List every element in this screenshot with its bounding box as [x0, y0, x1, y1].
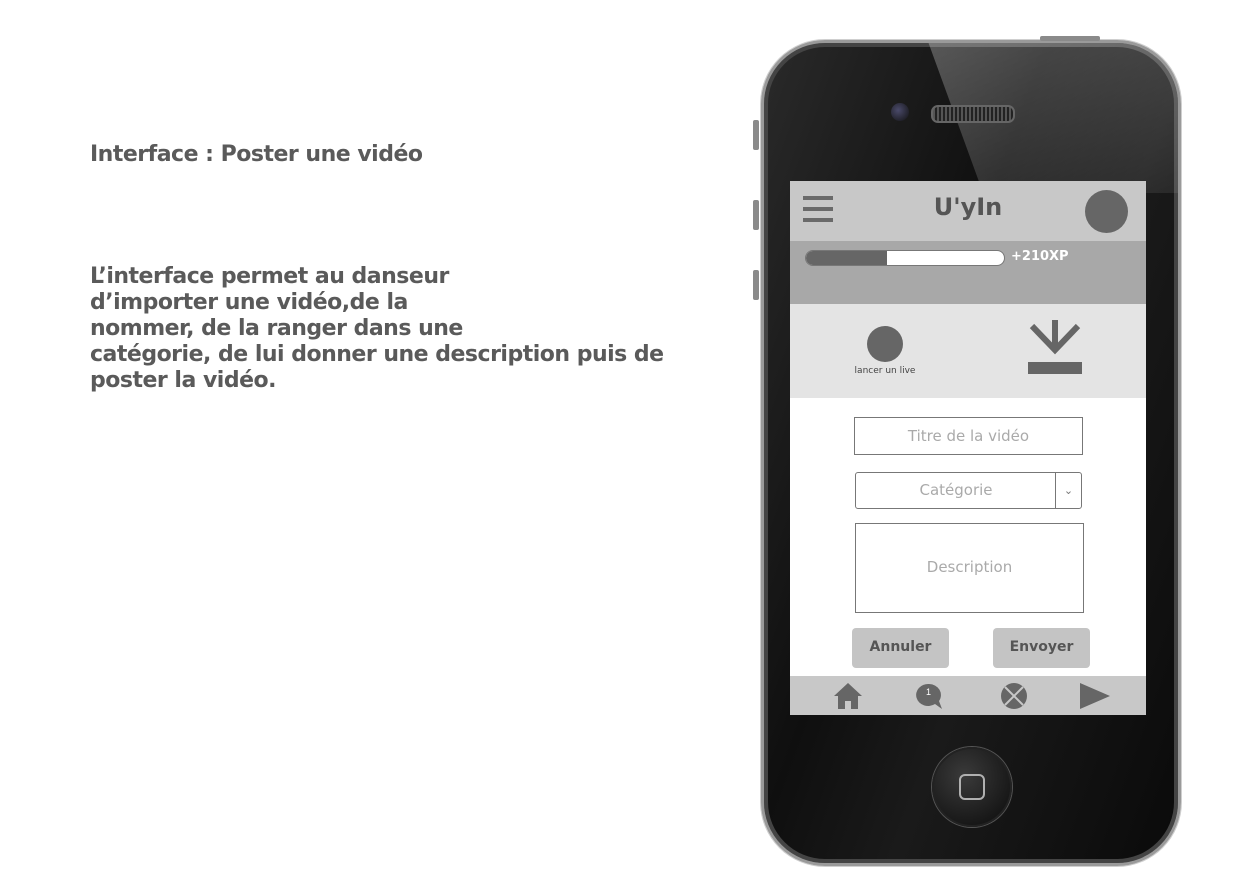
description-line: poster la vidéo.: [90, 368, 276, 393]
volume-down-button[interactable]: [753, 270, 759, 300]
play-icon[interactable]: [1078, 680, 1112, 712]
send-button[interactable]: Envoyer: [993, 628, 1090, 668]
front-camera: [891, 103, 909, 121]
xp-label: +210XP: [1011, 249, 1069, 264]
tab-bar: 1: [790, 676, 1146, 715]
home-hardware-button[interactable]: [932, 747, 1012, 827]
description-line: L’interface permet au danseur: [90, 264, 449, 289]
chat-bubble-icon[interactable]: 1: [912, 680, 946, 712]
video-title-input[interactable]: Titre de la vidéo: [854, 417, 1083, 455]
page-title: Interface : Poster une vidéo: [90, 142, 423, 167]
description-line: catégorie, de lui donner une description…: [90, 342, 664, 367]
home-square-icon: [959, 774, 985, 800]
download-icon[interactable]: [1026, 320, 1084, 376]
avatar[interactable]: [1085, 190, 1128, 233]
description-textarea[interactable]: Description: [855, 523, 1084, 613]
xp-progress-bar: [805, 250, 1005, 266]
chevron-down-icon[interactable]: ⌄: [1055, 473, 1081, 508]
cancel-button[interactable]: Annuler: [852, 628, 949, 668]
live-button-icon[interactable]: [867, 326, 903, 362]
volume-up-button[interactable]: [753, 200, 759, 230]
home-icon[interactable]: [831, 680, 865, 712]
xp-band: +210XP: [790, 241, 1146, 304]
app-header: U'yIn: [790, 181, 1146, 241]
action-band: lancer un live: [790, 304, 1146, 398]
page-description: L’interface permet au danseur d’importer…: [90, 264, 690, 394]
live-label[interactable]: lancer un live: [830, 366, 940, 376]
phone-screen: U'yIn +210XP lancer un live Titre de la …: [790, 181, 1146, 715]
close-circle-icon[interactable]: [997, 680, 1031, 712]
notification-badge: 1: [926, 687, 931, 697]
earpiece-speaker: [931, 105, 1015, 123]
category-select-value: Catégorie: [919, 481, 993, 499]
category-select[interactable]: Catégorie ⌄: [855, 472, 1082, 509]
power-button[interactable]: [1040, 36, 1100, 41]
description-line: nommer, de la ranger dans une: [90, 316, 463, 341]
description-line: d’importer une vidéo,de la: [90, 290, 408, 315]
xp-progress-fill: [806, 251, 888, 265]
mute-switch[interactable]: [753, 120, 759, 150]
